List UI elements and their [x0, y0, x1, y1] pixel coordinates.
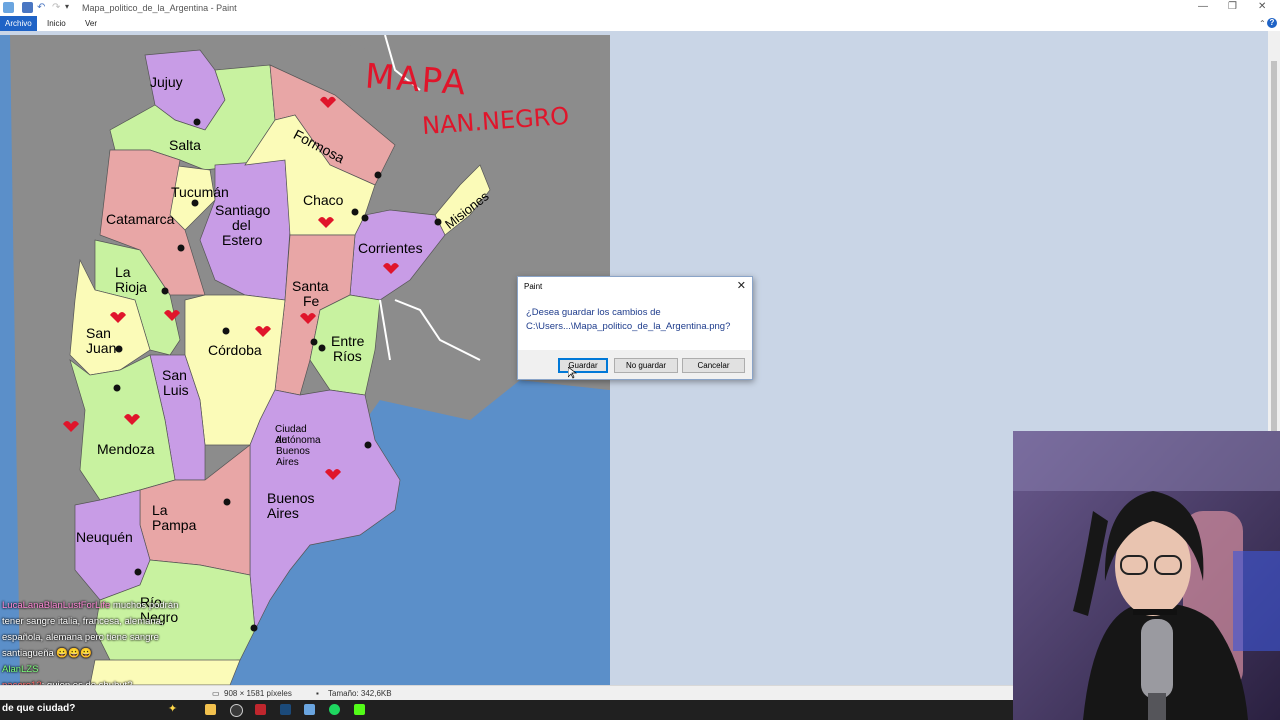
province-label-jujuy: Jujuy	[150, 74, 183, 90]
province-label-santiago-3: Estero	[222, 232, 263, 248]
province-label-santafe-1: Santa	[292, 278, 329, 294]
tab-inicio[interactable]: Inicio	[42, 16, 71, 31]
province-label-caba-2: de Buenos Aires	[276, 435, 310, 468]
dialog-title: Paint	[524, 282, 543, 291]
province-label-lapampa: La Pampa	[152, 502, 197, 533]
close-icon[interactable]: ✕	[1258, 1, 1266, 12]
province-label-corrientes: Corrientes	[358, 240, 423, 256]
dont-save-button[interactable]: No guardar	[614, 358, 678, 373]
cancel-button[interactable]: Cancelar	[682, 358, 745, 373]
overlay-question: de que ciudad?	[2, 703, 76, 714]
province-label-sanluis-2: Luis	[163, 382, 189, 398]
province-label-santafe-2: Fe	[303, 293, 320, 309]
province-label-catamarca: Catamarca	[106, 211, 175, 227]
save-button[interactable]: Guardar	[558, 358, 608, 373]
province-label-entrerios-1: Entre	[331, 333, 365, 349]
file-size: Tamaño: 342,6KB	[328, 689, 392, 698]
paint-app-icon	[3, 2, 14, 13]
paint-icon[interactable]	[304, 704, 315, 715]
spotify-icon[interactable]	[329, 704, 340, 715]
province-label-sanjuan: San Juan	[86, 325, 117, 356]
province-label-salta: Salta	[169, 137, 201, 153]
customize-toolbar-icon[interactable]: ▾	[65, 2, 76, 13]
title-bar: ↶ ↷ ▾ Mapa_politico_de_la_Argentina - Pa…	[0, 0, 1280, 16]
file-explorer-icon[interactable]	[205, 704, 216, 715]
steam-icon[interactable]	[280, 704, 291, 715]
province-label-sanluis-1: San	[162, 367, 187, 383]
province-label-chaco: Chaco	[303, 192, 344, 208]
dialog-message: ¿Desea guardar los cambios de C:\Users..…	[526, 306, 748, 334]
handwritten-heading: MAPA	[363, 56, 469, 104]
chat-username: AlanLZS	[2, 664, 39, 675]
obs-icon[interactable]	[230, 704, 243, 717]
help-icon[interactable]: ?	[1267, 18, 1277, 28]
minimize-icon[interactable]: —	[1198, 1, 1208, 12]
province-shape-neuquen	[74, 489, 151, 601]
restore-icon[interactable]: ❐	[1228, 1, 1237, 12]
province-label-buenosaires: Buenos Aires	[267, 490, 315, 521]
chat-username: LucaLanaBlanLustForLife	[2, 600, 111, 611]
dialog-message-line2: C:\Users...\Mapa_politico_de_la_Argentin…	[526, 321, 731, 332]
mouse-cursor-icon	[568, 367, 577, 379]
sparkle-icon[interactable]: ✦	[168, 704, 179, 715]
tab-ver[interactable]: Ver	[80, 16, 102, 31]
province-label-santiago-2: del	[232, 217, 251, 233]
chat-message: AlanLZS	[2, 662, 202, 678]
province-label-larioja: La Rioja	[115, 264, 147, 295]
ribbon-tabs: Archivo Inicio Ver ⌃ ?	[0, 16, 1280, 32]
undo-icon[interactable]: ↶	[37, 2, 48, 13]
province-label-santiago-1: Santiago	[215, 202, 271, 218]
save-icon[interactable]	[22, 2, 33, 13]
save-changes-dialog: Paint ✕ ¿Desea guardar los cambios de C:…	[517, 276, 753, 380]
province-label-tucuman: Tucumán	[171, 184, 229, 200]
file-size-icon: ▪	[316, 689, 319, 698]
province-label-cordoba: Córdoba	[208, 342, 262, 358]
stream-chat-overlay: LucaLanaBlanLustForLife muchos podrán te…	[2, 598, 202, 694]
webcam-overlay	[1013, 431, 1280, 720]
image-dimensions-icon: ▭	[212, 689, 220, 698]
redo-icon[interactable]: ↷	[52, 2, 63, 13]
chat-message: LucaLanaBlanLustForLife muchos podrán te…	[2, 598, 202, 662]
dialog-message-line1: ¿Desea guardar los cambios de	[526, 307, 661, 318]
province-label-mendoza: Mendoza	[97, 441, 155, 457]
scrollbar-thumb[interactable]	[1271, 61, 1277, 451]
image-dimensions: 908 × 1581 píxeles	[224, 689, 292, 698]
dialog-close-icon[interactable]: ✕	[737, 279, 746, 292]
window-title: Mapa_politico_de_la_Argentina - Paint	[82, 3, 237, 13]
streaming-app-icon[interactable]	[354, 704, 365, 715]
province-label-neuquen: Neuquén	[76, 529, 133, 545]
streamer-webcam	[1013, 431, 1280, 720]
province-label-entrerios-2: Ríos	[333, 348, 362, 364]
tab-archivo[interactable]: Archivo	[0, 16, 37, 31]
app-icon[interactable]	[255, 704, 266, 715]
